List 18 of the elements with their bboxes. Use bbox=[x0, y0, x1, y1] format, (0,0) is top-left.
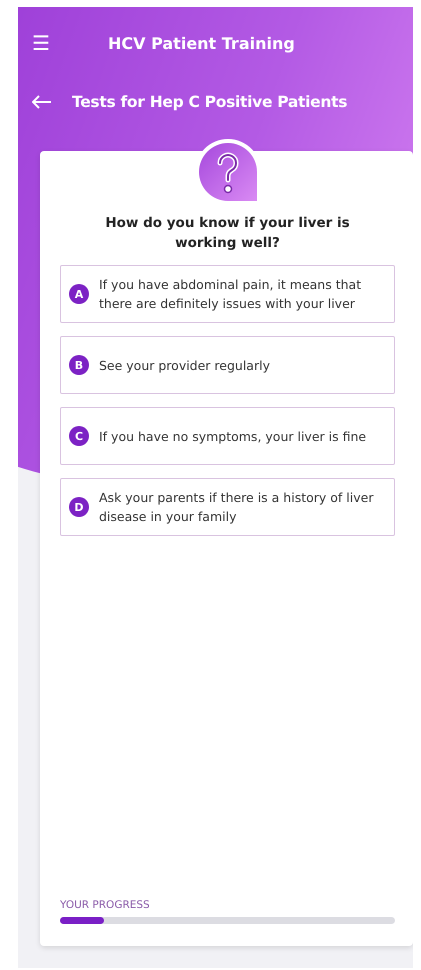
page-title: Tests for Hep C Positive Patients bbox=[72, 92, 348, 110]
option-text: If you have no symptoms, your liver is fine bbox=[99, 428, 366, 446]
option-letter-badge: D bbox=[69, 497, 89, 517]
option-letter-badge: A bbox=[69, 284, 89, 304]
option-text: If you have abdominal pain, it means that there are definitely issues with your liver bbox=[99, 276, 362, 313]
option-letter-badge: B bbox=[69, 355, 89, 375]
app-title: HCV Patient Training bbox=[108, 34, 295, 52]
option-letter-badge: C bbox=[69, 426, 89, 446]
option-text: See your provider regularly bbox=[99, 356, 270, 374]
answer-option[interactable]: A If you have abdominal pain, it means that there are definitely issues with your liver bbox=[60, 265, 395, 323]
option-text: Ask your parents if there is a history of liver disease in your family bbox=[99, 489, 374, 526]
answer-option[interactable]: B See your provider regularly bbox=[60, 336, 395, 394]
menu-icon[interactable]: ☰ bbox=[32, 31, 80, 55]
back-arrow-icon[interactable] bbox=[32, 94, 52, 108]
progress-label: YOUR PROGRESS bbox=[60, 899, 150, 911]
answer-option[interactable]: C If you have no symptoms, your liver is fine bbox=[60, 407, 395, 465]
answer-option[interactable]: D Ask your parents if there is a history of liver disease in your family bbox=[60, 478, 395, 536]
question-text: How do you know if your liver is working well? bbox=[104, 214, 351, 253]
